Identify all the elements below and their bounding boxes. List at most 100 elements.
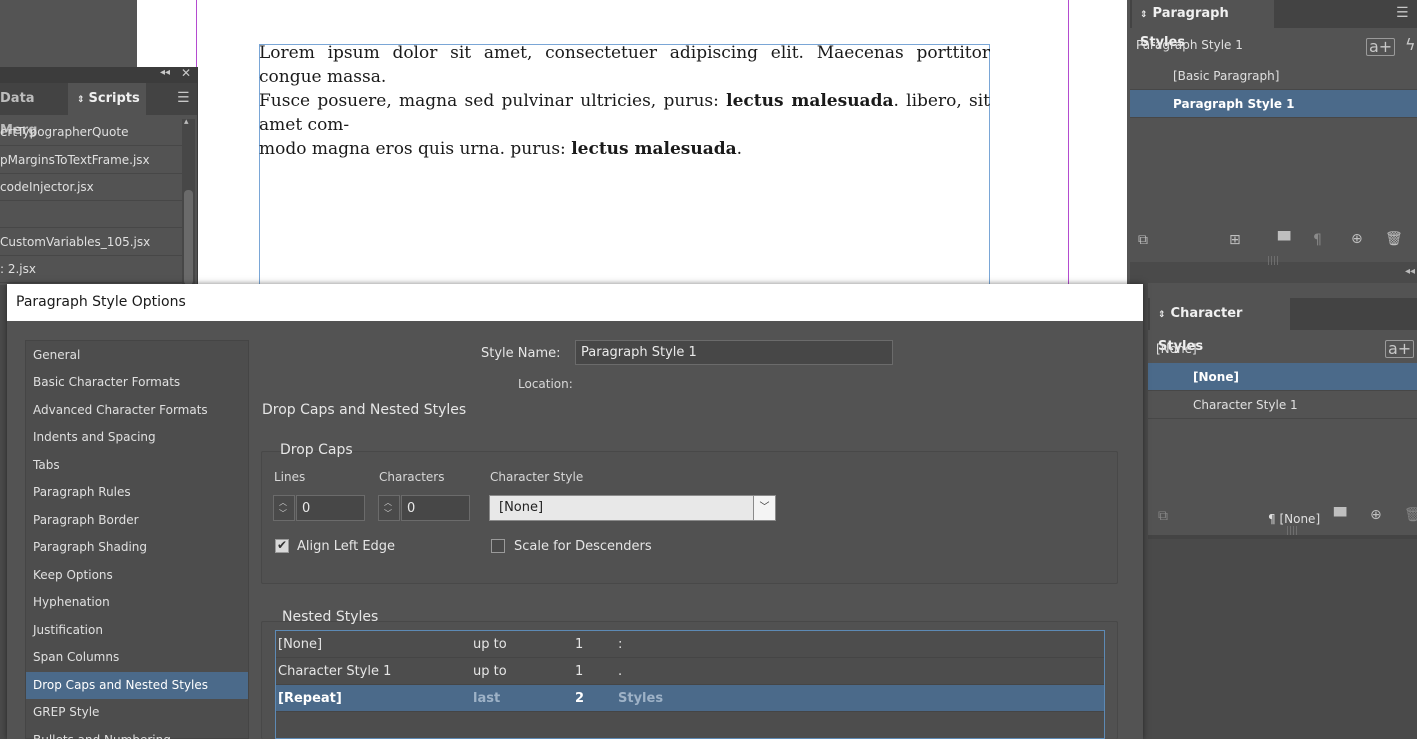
tab-paragraph-styles[interactable]: ⇕ Paragraph Styles (1132, 0, 1274, 50)
category-drop-caps-and-nested-styles[interactable]: Drop Caps and Nested Styles (26, 672, 248, 699)
category-justification[interactable]: Justification (26, 617, 248, 644)
style-item-character-style-1[interactable]: Character Style 1 (1148, 391, 1417, 419)
panel-divider: |||| (1148, 526, 1417, 539)
collapse-panel-icon[interactable]: ◂◂ (160, 67, 170, 78)
lightning-icon[interactable]: ϟ (1405, 35, 1416, 54)
table-row[interactable]: [Repeat] last 2 Styles (276, 685, 1104, 712)
panel-tabbar: ⇕ Character Styles (1148, 298, 1417, 354)
nested-style-cell[interactable]: Character Style 1 (278, 658, 391, 685)
load-styles-icon[interactable]: ⧉ (1138, 232, 1148, 248)
category-span-columns[interactable]: Span Columns (26, 644, 248, 671)
style-item-basic-paragraph[interactable]: [Basic Paragraph] (1130, 62, 1417, 90)
script-item[interactable]: CustomVariables_105.jsx (0, 229, 182, 256)
nested-delimiter-cell[interactable]: Styles (618, 685, 663, 712)
category-paragraph-border[interactable]: Paragraph Border (26, 507, 248, 534)
nested-count-cell[interactable]: 1 (575, 658, 583, 685)
clear-overrides-icon[interactable]: ¶ (1313, 232, 1322, 248)
nested-mode-cell[interactable]: up to (473, 658, 507, 685)
panel-tabbar: ⇕ Paragraph Styles ☰ (1130, 0, 1417, 50)
panel-footer: ⧉ ¶ [None] ▀ ⊕ 🗑 (1148, 505, 1417, 535)
category-paragraph-shading[interactable]: Paragraph Shading (26, 534, 248, 561)
script-item[interactable]: codeInjector.jsx (0, 174, 182, 201)
nested-style-cell[interactable]: [None] (278, 631, 322, 658)
script-item[interactable]: pMarginsToTextFrame.jsx (0, 147, 182, 174)
tab-data-merge[interactable]: Data Merg (0, 83, 68, 138)
new-style-icon[interactable]: ⊕ (1351, 231, 1363, 247)
scripts-scroll-thumb[interactable] (184, 190, 193, 285)
current-paragraph-style: Paragraph Style 1 (1136, 38, 1243, 52)
category-indents-and-spacing[interactable]: Indents and Spacing (26, 424, 248, 451)
style-item-paragraph-style-1[interactable]: Paragraph Style 1 (1130, 90, 1417, 118)
text-line-2: Fusce posuere, magna sed pulvinar ultric… (259, 91, 991, 135)
current-character-style: [None] (1156, 342, 1197, 356)
align-left-edge-checkbox[interactable]: ✔ (275, 538, 289, 553)
script-item[interactable] (0, 201, 182, 228)
create-style-icon[interactable]: a+ (1385, 340, 1415, 358)
text-line-1: Lorem ipsum dolor sit amet, consectetuer… (259, 43, 990, 87)
characters-stepper[interactable]: ︿ ﹀ (378, 495, 400, 521)
increment-icon[interactable]: ︿ (384, 497, 392, 508)
characters-input[interactable] (401, 495, 470, 521)
category-hyphenation[interactable]: Hyphenation (26, 589, 248, 616)
resize-grip-icon[interactable]: |||| (1267, 256, 1279, 266)
style-item-none[interactable]: [None] (1148, 363, 1417, 391)
close-icon[interactable]: ✕ (181, 66, 191, 80)
nested-mode-cell[interactable]: last (473, 685, 500, 712)
paragraph-styles-panel: ⇕ Paragraph Styles ☰ Paragraph Style 1 a+… (1130, 0, 1417, 262)
script-item[interactable]: ertTypographerQuote (0, 119, 182, 146)
tab-character-styles[interactable]: ⇕ Character Styles (1150, 298, 1290, 354)
table-row[interactable]: Character Style 1 up to 1 . (276, 658, 1104, 685)
collapse-panel-icon[interactable]: ◂◂ (1405, 266, 1415, 277)
resize-grip-icon[interactable]: |||| (1286, 526, 1298, 536)
style-name-input[interactable] (575, 340, 893, 365)
nested-mode-cell[interactable]: up to (473, 631, 507, 658)
character-style-dropdown[interactable]: [None] ﹀ (489, 495, 776, 521)
panel-menu-icon[interactable]: ☰ (177, 90, 190, 106)
nested-count-cell[interactable]: 2 (575, 685, 584, 712)
panel-menu-icon[interactable]: ☰ (1396, 5, 1409, 21)
tab-scripts[interactable]: ⇕ Scripts (68, 83, 146, 115)
load-styles-icon[interactable]: ⧉ (1158, 508, 1168, 524)
nested-styles-title: Nested Styles (282, 609, 379, 625)
category-basic-character-formats[interactable]: Basic Character Formats (26, 369, 248, 396)
table-row[interactable]: [None] up to 1 : (276, 631, 1104, 658)
decrement-icon[interactable]: ﹀ (279, 508, 287, 519)
script-item[interactable]: : 2.jsx (0, 256, 182, 283)
scroll-up-icon[interactable]: ▴ (184, 117, 189, 127)
nested-style-cell[interactable]: [Repeat] (278, 685, 342, 712)
new-group-from-icon[interactable]: ⊞ (1229, 232, 1241, 248)
panel-topbar: ◂◂ ✕ (0, 66, 197, 83)
category-general[interactable]: General (26, 342, 248, 369)
tab-arrows-icon: ⇕ (1158, 310, 1166, 320)
folder-icon[interactable]: ▀ (1334, 507, 1346, 526)
category-keep-options[interactable]: Keep Options (26, 562, 248, 589)
nested-delimiter-cell[interactable]: . (618, 658, 622, 685)
scale-for-descenders-label: Scale for Descenders (514, 539, 652, 554)
nested-delimiter-cell[interactable]: : (618, 631, 622, 658)
text-line-3: modo magna eros quis urna. purus: lectus… (259, 139, 743, 159)
category-bullets-and-numbering[interactable]: Bullets and Numbering (26, 727, 248, 739)
category-tabs[interactable]: Tabs (26, 452, 248, 479)
location-label: Location: (518, 377, 573, 391)
dialog-title: Paragraph Style Options (7, 284, 1143, 321)
tab-arrows-icon: ⇕ (77, 95, 85, 105)
decrement-icon[interactable]: ﹀ (384, 508, 392, 519)
trash-icon[interactable]: 🗑 (1385, 231, 1403, 247)
chevron-down-icon[interactable]: ﹀ (753, 496, 775, 520)
new-style-icon[interactable]: ⊕ (1370, 507, 1382, 523)
increment-icon[interactable]: ︿ (279, 497, 287, 508)
document-text[interactable]: Lorem ipsum dolor sit amet, consectetuer… (259, 41, 990, 161)
folder-icon[interactable]: ▀ (1278, 231, 1290, 250)
lines-stepper[interactable]: ︿ ﹀ (273, 495, 295, 521)
trash-icon[interactable]: 🗑 (1404, 507, 1417, 523)
create-style-icon[interactable]: a+ (1366, 38, 1396, 56)
lines-input[interactable] (296, 495, 365, 521)
tab-arrows-icon: ⇕ (1140, 10, 1148, 20)
category-paragraph-rules[interactable]: Paragraph Rules (26, 479, 248, 506)
nested-count-cell[interactable]: 1 (575, 631, 583, 658)
panel-tabbar: Data Merg ⇕ Scripts ☰ (0, 83, 197, 138)
align-left-edge-label: Align Left Edge (297, 539, 396, 554)
category-advanced-character-formats[interactable]: Advanced Character Formats (26, 397, 248, 424)
category-grep-style[interactable]: GREP Style (26, 699, 248, 726)
scale-for-descenders-checkbox[interactable] (491, 539, 505, 553)
